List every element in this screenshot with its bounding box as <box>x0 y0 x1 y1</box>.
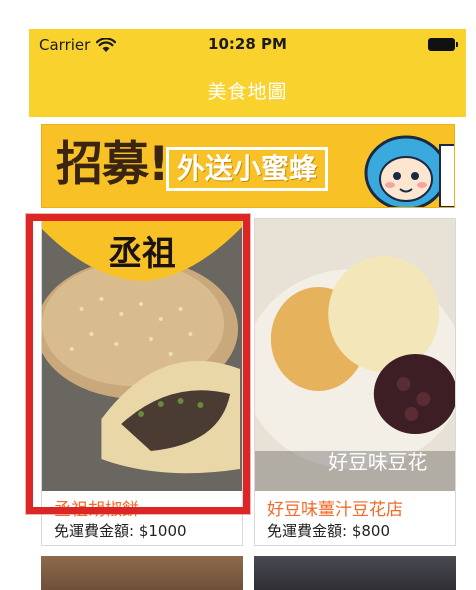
photo-caption: 好豆味豆花 <box>328 451 427 474</box>
banner-headline: 招募! <box>56 137 169 192</box>
banner-subtitle: 外送小蜜蜂 <box>166 147 329 191</box>
restaurant-photo: 好豆味豆花 <box>255 219 455 491</box>
page-title: 美食地圖 <box>207 81 288 103</box>
restaurant-card[interactable]: 好豆味豆花 好豆味薑汁豆花店 免運費金額: $800 <box>254 218 456 546</box>
app-bar: Carrier 10:28 PM 美食地圖 <box>29 29 466 117</box>
status-bar: Carrier 10:28 PM <box>29 29 466 59</box>
photo-caption: 丞祖 <box>108 233 175 273</box>
restaurant-card-preview[interactable] <box>254 556 456 590</box>
restaurant-name: 好豆味薑汁豆花店 <box>267 500 403 520</box>
bee-mascot-icon <box>364 135 454 207</box>
status-time: 10:28 PM <box>208 35 287 53</box>
recruit-banner[interactable]: 招募! 外送小蜜蜂 <box>41 124 455 208</box>
battery-icon <box>428 38 458 51</box>
restaurant-name: 丞祖胡椒餅 <box>54 500 139 520</box>
restaurant-card[interactable]: 丞祖 丞祖胡椒餅 免運費金額: $1000 <box>41 218 243 546</box>
free-delivery-threshold: 免運費金額: $800 <box>267 522 390 540</box>
restaurant-photo: 丞祖 <box>42 219 242 491</box>
restaurant-card-preview[interactable] <box>41 556 243 590</box>
free-delivery-threshold: 免運費金額: $1000 <box>54 522 187 540</box>
